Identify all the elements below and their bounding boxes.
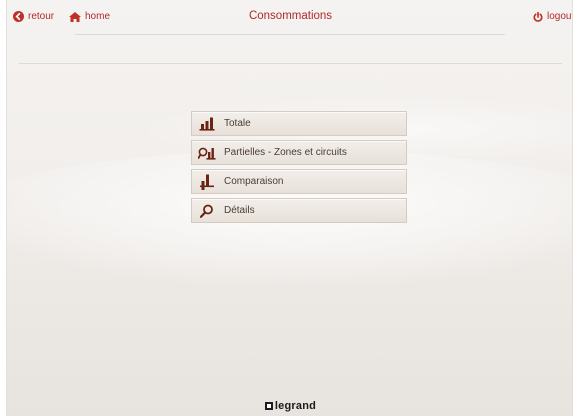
bar-chart-icon: [192, 117, 222, 131]
logo-square-icon: [264, 402, 273, 410]
menu-item-label: Totale: [224, 118, 251, 129]
content-divider: [19, 63, 562, 64]
menu-item-details[interactable]: Détails: [191, 198, 407, 223]
header-divider: [75, 34, 505, 35]
menu-item-label: Comparaison: [224, 176, 284, 187]
magnifier-icon: [192, 204, 222, 218]
menu-item-comparaison[interactable]: Comparaison: [191, 169, 407, 194]
logout-button[interactable]: logout: [533, 11, 573, 22]
menu-item-partielles[interactable]: Partielles - Zones et circuits: [191, 140, 407, 165]
legrand-logo: legrand: [7, 400, 572, 412]
logo-text: legrand: [274, 400, 317, 412]
top-bar: retour home Consommations logout: [7, 0, 573, 36]
search-chart-icon: [192, 146, 222, 160]
menu-item-totale[interactable]: Totale: [191, 111, 407, 136]
page-title: Consommations: [248, 10, 333, 22]
power-icon: [533, 11, 543, 22]
comparison-chart-icon: [192, 174, 222, 190]
consumption-menu: Totale Partielles - Zones et circuits Co…: [191, 111, 407, 227]
app-screen: retour home Consommations logout Totale …: [6, 0, 573, 416]
menu-item-label: Partielles - Zones et circuits: [224, 147, 347, 158]
menu-item-label: Détails: [224, 205, 255, 216]
logout-label: logout: [547, 11, 573, 22]
